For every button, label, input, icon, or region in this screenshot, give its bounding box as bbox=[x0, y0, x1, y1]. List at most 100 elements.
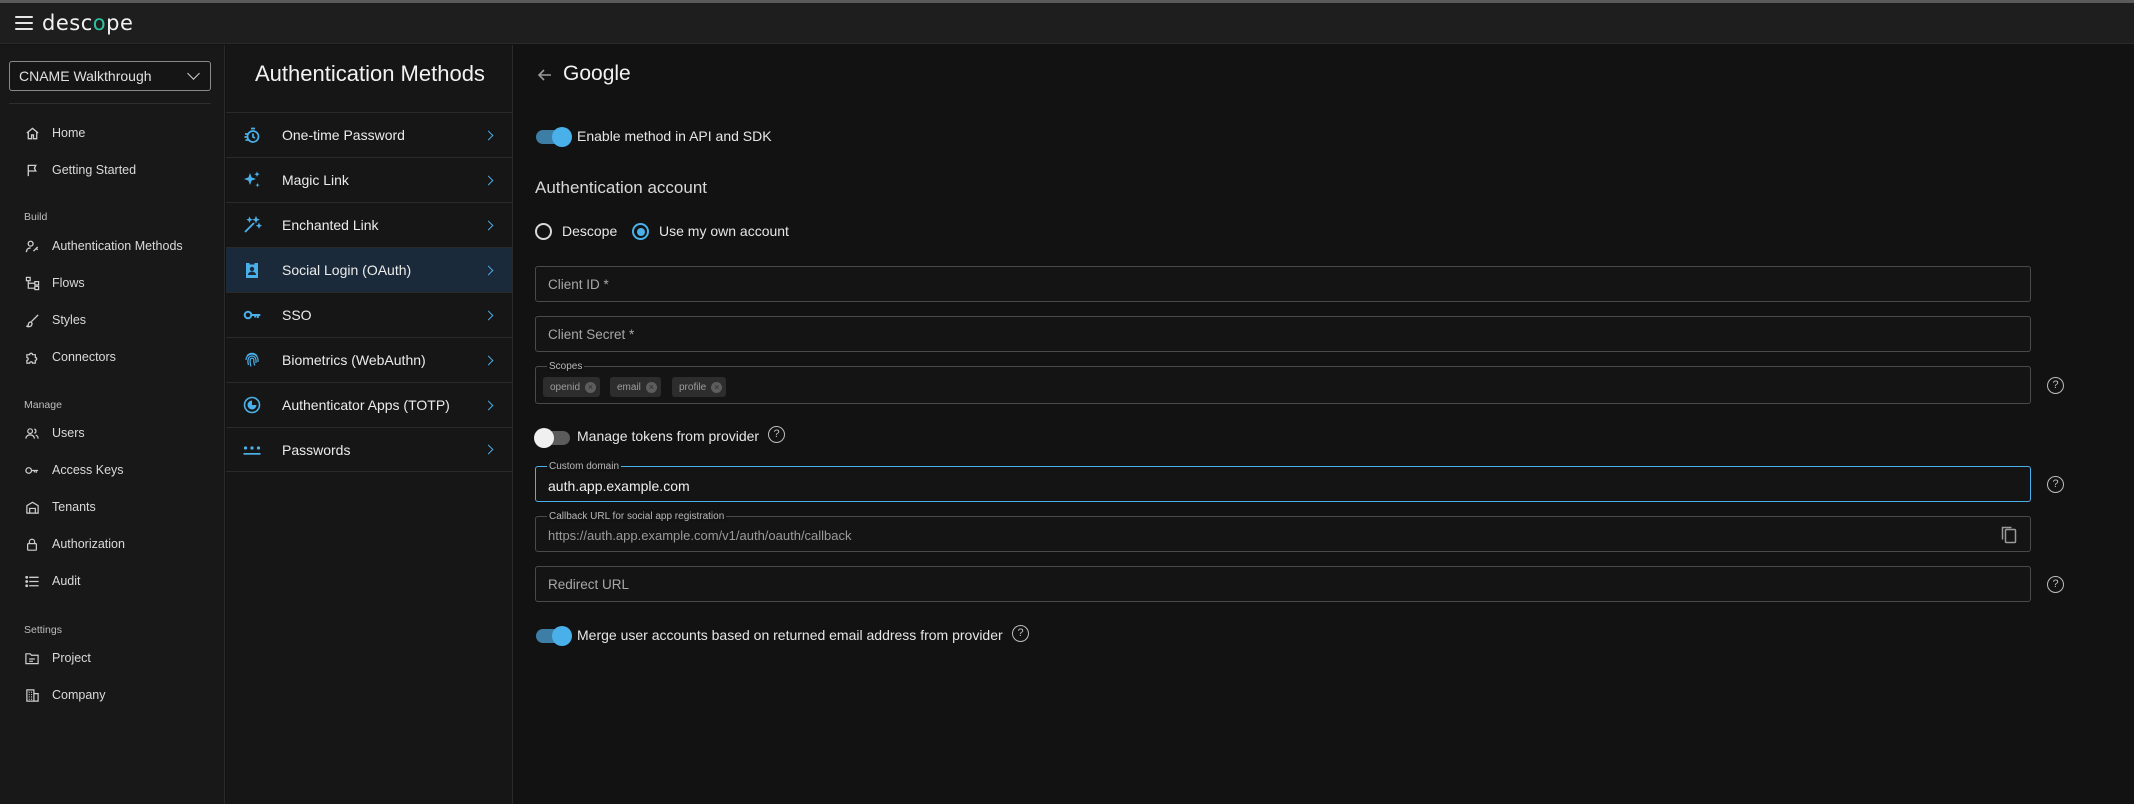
remove-chip-icon[interactable]: × bbox=[645, 381, 657, 393]
method-item-passwords[interactable]: Passwords bbox=[226, 427, 512, 472]
sidebar-section-build: Build bbox=[24, 211, 48, 223]
folder-icon bbox=[24, 650, 40, 666]
contact-badge-icon bbox=[242, 260, 262, 280]
scope-chip: email × bbox=[610, 377, 661, 397]
chevron-right-icon bbox=[483, 355, 494, 365]
authenticator-icon bbox=[242, 395, 262, 415]
scope-chip-label: profile bbox=[679, 381, 707, 393]
method-item-magic-link[interactable]: Magic Link bbox=[226, 157, 512, 202]
sidebar-item-users[interactable]: Users bbox=[24, 421, 85, 445]
sidebar-item-access-keys[interactable]: Access Keys bbox=[24, 458, 124, 482]
callback-url-label: Callback URL for social app registration bbox=[547, 511, 727, 522]
sidebar-item-authorization[interactable]: Authorization bbox=[24, 532, 125, 556]
custom-domain-value: auth.app.example.com bbox=[548, 478, 690, 494]
sparkle-icon bbox=[242, 170, 262, 190]
method-item-sso[interactable]: SSO bbox=[226, 292, 512, 337]
scopes-field[interactable]: Scopes openid × email × profile × bbox=[535, 361, 2031, 404]
sidebar-item-label: Audit bbox=[52, 574, 81, 588]
method-item-one-time-password[interactable]: One-time Password bbox=[226, 112, 512, 157]
manage-tokens-label: Manage tokens from provider bbox=[577, 428, 760, 444]
sidebar-item-getting-started[interactable]: Getting Started bbox=[24, 158, 136, 182]
users-icon bbox=[24, 425, 40, 441]
method-label: Social Login (OAuth) bbox=[282, 262, 412, 278]
key-icon bbox=[242, 305, 262, 325]
method-label: Passwords bbox=[282, 441, 351, 458]
methods-panel: Authentication Methods One-time Password… bbox=[226, 45, 513, 804]
scope-chip-label: openid bbox=[550, 381, 581, 393]
descope-logo[interactable]: descope bbox=[42, 11, 133, 35]
sidebar: CNAME Walkthrough Home Getting Started B… bbox=[0, 45, 225, 804]
chevron-right-icon bbox=[483, 265, 494, 275]
manage-tokens-help-icon[interactable]: ? bbox=[768, 426, 785, 443]
chevron-right-icon bbox=[483, 130, 494, 140]
stopwatch-icon bbox=[242, 125, 262, 145]
sidebar-item-label: Connectors bbox=[52, 350, 116, 364]
method-item-enchanted-link[interactable]: Enchanted Link bbox=[226, 202, 512, 247]
method-label: Biometrics (WebAuthn) bbox=[282, 352, 426, 368]
custom-domain-help-icon[interactable]: ? bbox=[2047, 476, 2064, 493]
user-key-icon bbox=[24, 238, 40, 254]
sidebar-item-tenants[interactable]: Tenants bbox=[24, 495, 96, 519]
key-icon bbox=[24, 462, 40, 478]
home-icon bbox=[24, 125, 40, 141]
sidebar-item-flows[interactable]: Flows bbox=[24, 271, 85, 295]
method-item-biometrics[interactable]: Biometrics (WebAuthn) bbox=[226, 337, 512, 382]
divider bbox=[9, 103, 211, 104]
client-id-field[interactable]: Client ID * bbox=[535, 266, 2031, 302]
method-item-social-login[interactable]: Social Login (OAuth) bbox=[226, 247, 512, 292]
menu-icon[interactable] bbox=[15, 16, 33, 30]
client-secret-field[interactable]: Client Secret * bbox=[535, 316, 2031, 352]
back-arrow-icon[interactable] bbox=[536, 66, 554, 84]
project-select[interactable]: CNAME Walkthrough bbox=[9, 61, 211, 91]
dots-icon bbox=[242, 440, 262, 460]
chevron-right-icon bbox=[483, 310, 494, 320]
fingerprint-icon bbox=[242, 350, 262, 370]
remove-chip-icon[interactable]: × bbox=[711, 381, 723, 393]
main-content: Google Enable method in API and SDK Auth… bbox=[514, 45, 2134, 804]
sidebar-item-company[interactable]: Company bbox=[24, 683, 106, 707]
radio-own-account[interactable] bbox=[632, 223, 649, 240]
chevron-right-icon bbox=[483, 400, 494, 410]
sidebar-item-authentication-methods[interactable]: Authentication Methods bbox=[24, 234, 183, 258]
sidebar-item-label: Company bbox=[52, 688, 106, 702]
chevron-right-icon bbox=[483, 175, 494, 185]
chevron-down-icon bbox=[187, 67, 200, 80]
sidebar-item-label: Users bbox=[52, 426, 85, 440]
redirect-url-help-icon[interactable]: ? bbox=[2047, 576, 2064, 593]
radio-own-account-label: Use my own account bbox=[659, 223, 789, 239]
sidebar-item-label: Authentication Methods bbox=[52, 239, 183, 253]
manage-tokens-toggle[interactable] bbox=[534, 428, 570, 448]
copy-icon[interactable] bbox=[2000, 525, 2018, 545]
method-label: Magic Link bbox=[282, 172, 349, 188]
page-title: Google bbox=[563, 62, 631, 85]
sidebar-item-home[interactable]: Home bbox=[24, 121, 85, 145]
auth-account-title: Authentication account bbox=[535, 178, 708, 197]
redirect-url-placeholder: Redirect URL bbox=[548, 577, 630, 592]
method-item-authenticator-apps[interactable]: Authenticator Apps (TOTP) bbox=[226, 382, 512, 427]
sidebar-item-label: Tenants bbox=[52, 500, 96, 514]
sidebar-item-label: Styles bbox=[52, 313, 87, 327]
company-icon bbox=[24, 687, 40, 703]
merge-accounts-help-icon[interactable]: ? bbox=[1012, 625, 1029, 642]
sidebar-item-project[interactable]: Project bbox=[24, 646, 91, 670]
wand-icon bbox=[242, 215, 262, 235]
sidebar-item-styles[interactable]: Styles bbox=[24, 308, 86, 332]
custom-domain-field[interactable]: Custom domain auth.app.example.com bbox=[535, 461, 2031, 502]
flow-icon bbox=[24, 275, 40, 291]
puzzle-icon bbox=[24, 349, 40, 365]
merge-accounts-toggle[interactable] bbox=[536, 626, 572, 646]
sidebar-item-audit[interactable]: Audit bbox=[24, 569, 81, 593]
sidebar-item-connectors[interactable]: Connectors bbox=[24, 345, 116, 369]
enable-method-toggle[interactable] bbox=[536, 127, 572, 147]
scope-chip-label: email bbox=[617, 381, 641, 393]
callback-url-field[interactable]: Callback URL for social app registration… bbox=[535, 511, 2031, 552]
scopes-help-icon[interactable]: ? bbox=[2047, 377, 2064, 394]
radio-descope[interactable] bbox=[535, 223, 552, 240]
scope-chip: openid × bbox=[543, 377, 601, 397]
remove-chip-icon[interactable]: × bbox=[585, 381, 597, 393]
methods-title: Authentication Methods bbox=[255, 61, 485, 86]
radio-descope-label: Descope bbox=[562, 223, 618, 239]
redirect-url-field[interactable]: Redirect URL bbox=[535, 566, 2031, 602]
merge-accounts-label: Merge user accounts based on returned em… bbox=[577, 627, 1003, 643]
enable-method-label: Enable method in API and SDK bbox=[577, 128, 772, 144]
